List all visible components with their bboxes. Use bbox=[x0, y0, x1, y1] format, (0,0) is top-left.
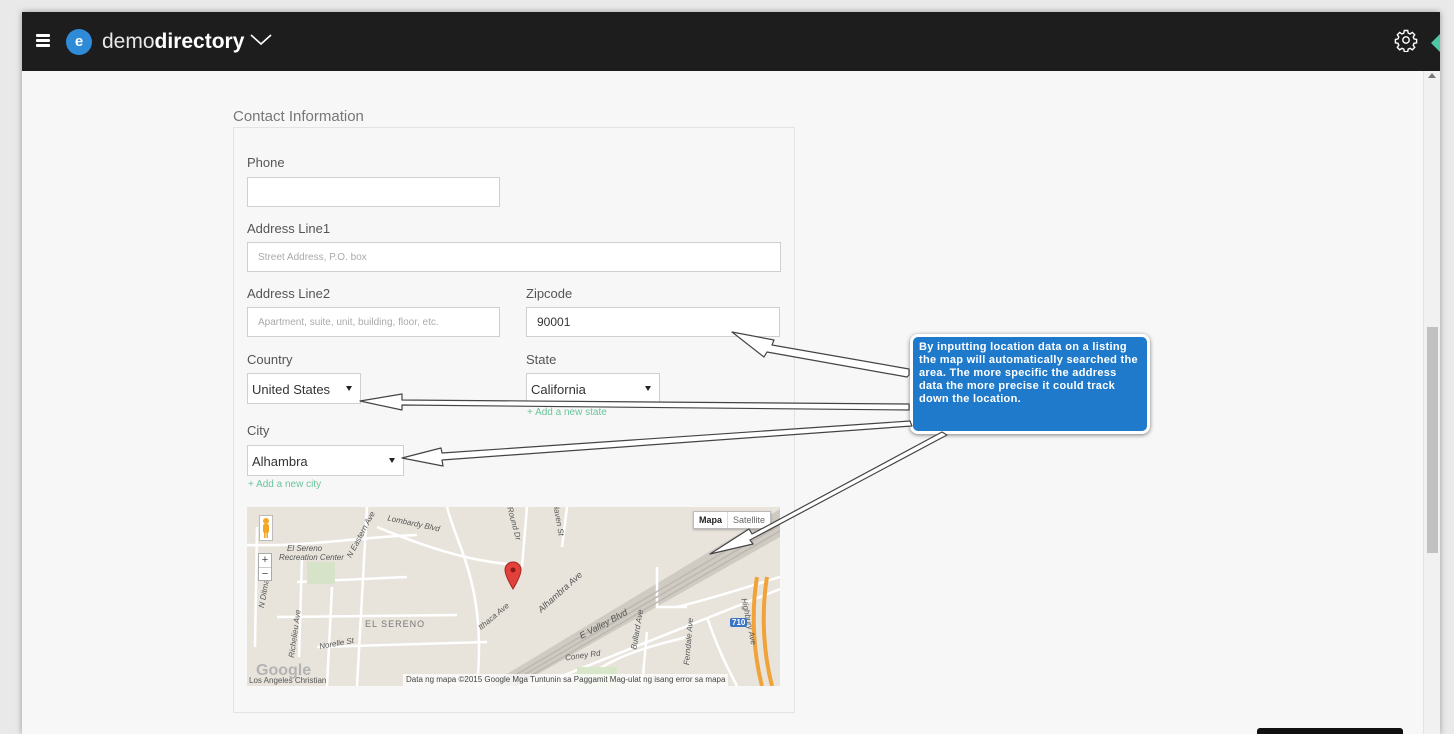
zoom-out-icon[interactable]: − bbox=[259, 568, 271, 581]
add-new-state-link[interactable]: + Add a new state bbox=[527, 407, 607, 418]
phone-label: Phone bbox=[247, 155, 285, 170]
map-pin-icon[interactable] bbox=[504, 561, 522, 591]
country-select[interactable]: United States bbox=[247, 373, 361, 404]
select-caret-icon bbox=[346, 386, 352, 391]
city-value: Alhambra bbox=[252, 454, 308, 469]
page-scrollbar[interactable] bbox=[1423, 71, 1440, 734]
address-line2-input[interactable] bbox=[247, 307, 500, 337]
app-logo: e bbox=[66, 29, 92, 55]
street-view-pegman-icon[interactable] bbox=[259, 515, 273, 541]
select-caret-icon bbox=[389, 458, 395, 463]
highway-shield: 710 bbox=[730, 618, 748, 627]
zipcode-input[interactable] bbox=[526, 307, 780, 337]
hamburger-menu-icon[interactable] bbox=[36, 34, 50, 47]
google-logo: Google bbox=[256, 662, 312, 679]
app-brand: demodirectory bbox=[102, 30, 244, 54]
add-new-city-link[interactable]: + Add a new city bbox=[248, 479, 321, 490]
annotation-callout: By inputting location data on a listing … bbox=[910, 334, 1150, 434]
map-zoom-control[interactable]: + − bbox=[258, 553, 272, 581]
top-navbar: e demodirectory bbox=[22, 12, 1440, 71]
side-panel-tab[interactable] bbox=[1431, 34, 1440, 52]
map-type-satellite-button[interactable]: Satellite bbox=[728, 512, 770, 528]
state-value: California bbox=[531, 382, 586, 397]
map-label: El Sereno bbox=[287, 544, 323, 553]
address-line2-label: Address Line2 bbox=[247, 286, 331, 301]
city-select[interactable]: Alhambra bbox=[247, 445, 404, 476]
scroll-up-arrow-icon[interactable] bbox=[1428, 73, 1436, 78]
select-caret-icon bbox=[645, 386, 651, 391]
country-value: United States bbox=[252, 382, 331, 397]
gear-icon[interactable] bbox=[1394, 28, 1418, 52]
section-title: Contact Information bbox=[233, 108, 364, 125]
map-type-map-button[interactable]: Mapa bbox=[694, 512, 729, 528]
chevron-down-icon[interactable] bbox=[249, 33, 273, 47]
state-select[interactable]: California bbox=[526, 373, 660, 404]
zoom-in-icon[interactable]: + bbox=[259, 554, 271, 568]
state-label: State bbox=[526, 352, 557, 367]
address-line1-input[interactable] bbox=[247, 242, 781, 272]
bottom-action-bar[interactable] bbox=[1257, 728, 1403, 734]
brand-prefix: demo bbox=[102, 30, 155, 53]
map-attribution[interactable]: Data ng mapa ©2015 Google Mga Tuntunin s… bbox=[403, 674, 729, 686]
map-label: EL SERENO bbox=[365, 619, 426, 629]
zipcode-label: Zipcode bbox=[526, 286, 573, 301]
map-type-control[interactable]: Mapa Satellite bbox=[693, 511, 772, 529]
map-label: Recreation Center bbox=[279, 553, 344, 562]
city-label: City bbox=[247, 423, 270, 438]
brand-name: directory bbox=[154, 30, 245, 53]
app-window: e demodirectory Contact Information Phon… bbox=[22, 12, 1440, 734]
address-line1-label: Address Line1 bbox=[247, 221, 331, 236]
phone-input[interactable] bbox=[247, 177, 500, 207]
country-label: Country bbox=[247, 352, 293, 367]
scrollbar-thumb[interactable] bbox=[1427, 327, 1438, 553]
location-map[interactable]: El Sereno Recreation Center N Eastern Av… bbox=[247, 507, 780, 686]
